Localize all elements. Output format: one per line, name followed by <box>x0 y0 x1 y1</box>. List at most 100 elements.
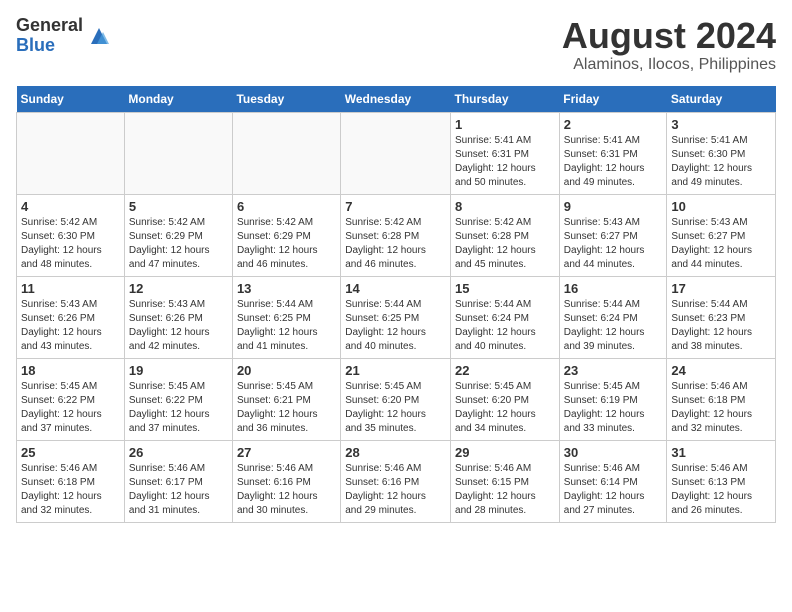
day-number: 8 <box>455 199 555 214</box>
calendar-cell: 23 Sunrise: 5:45 AM Sunset: 6:19 PM Dayli… <box>559 358 667 440</box>
calendar-cell: 13 Sunrise: 5:44 AM Sunset: 6:25 PM Dayli… <box>232 276 340 358</box>
day-info: Sunrise: 5:45 AM Sunset: 6:22 PM Dayligh… <box>129 380 228 436</box>
day-info: Sunrise: 5:43 AM Sunset: 6:26 PM Dayligh… <box>129 298 228 354</box>
day-info: Sunrise: 5:42 AM Sunset: 6:28 PM Dayligh… <box>455 216 555 272</box>
day-info: Sunrise: 5:46 AM Sunset: 6:18 PM Dayligh… <box>21 462 120 518</box>
calendar-cell: 1 Sunrise: 5:41 AM Sunset: 6:31 PM Daylig… <box>451 112 560 194</box>
calendar-cell: 14 Sunrise: 5:44 AM Sunset: 6:25 PM Dayli… <box>341 276 451 358</box>
day-info: Sunrise: 5:45 AM Sunset: 6:19 PM Dayligh… <box>564 380 663 436</box>
day-info: Sunrise: 5:46 AM Sunset: 6:13 PM Dayligh… <box>671 462 771 518</box>
calendar-cell: 28 Sunrise: 5:46 AM Sunset: 6:16 PM Dayli… <box>341 440 451 522</box>
page-header: General Blue August 2024 Alaminos, Iloco… <box>16 16 776 74</box>
calendar-cell: 27Sunrise: 5:46 AM Sunset: 6:16 PM Dayli… <box>232 440 340 522</box>
calendar-table: SundayMondayTuesdayWednesdayThursdayFrid… <box>16 86 776 523</box>
calendar-cell: 20Sunrise: 5:45 AM Sunset: 6:21 PM Dayli… <box>232 358 340 440</box>
day-info: Sunrise: 5:46 AM Sunset: 6:16 PM Dayligh… <box>345 462 446 518</box>
day-info: Sunrise: 5:42 AM Sunset: 6:28 PM Dayligh… <box>345 216 446 272</box>
calendar-cell: 19 Sunrise: 5:45 AM Sunset: 6:22 PM Dayli… <box>124 358 232 440</box>
calendar-cell: 7 Sunrise: 5:42 AM Sunset: 6:28 PM Daylig… <box>341 194 451 276</box>
calendar-cell: 5 Sunrise: 5:42 AM Sunset: 6:29 PM Daylig… <box>124 194 232 276</box>
day-number: 6 <box>237 199 336 214</box>
logo: General Blue <box>16 16 111 56</box>
day-header-sunday: Sunday <box>17 86 125 113</box>
calendar-cell: 26 Sunrise: 5:46 AM Sunset: 6:17 PM Dayli… <box>124 440 232 522</box>
day-number: 10 <box>671 199 771 214</box>
day-header-thursday: Thursday <box>451 86 560 113</box>
day-info: Sunrise: 5:44 AM Sunset: 6:25 PM Dayligh… <box>345 298 446 354</box>
day-info: Sunrise: 5:42 AM Sunset: 6:29 PM Dayligh… <box>129 216 228 272</box>
logo-blue: Blue <box>16 36 83 56</box>
title-area: August 2024 Alaminos, Ilocos, Philippine… <box>562 16 776 74</box>
calendar-cell <box>232 112 340 194</box>
calendar-cell <box>341 112 451 194</box>
calendar-cell: 29 Sunrise: 5:46 AM Sunset: 6:15 PM Dayli… <box>451 440 560 522</box>
calendar-cell: 9Sunrise: 5:43 AM Sunset: 6:27 PM Daylig… <box>559 194 667 276</box>
day-info: Sunrise: 5:43 AM Sunset: 6:26 PM Dayligh… <box>21 298 120 354</box>
calendar-cell: 11Sunrise: 5:43 AM Sunset: 6:26 PM Dayli… <box>17 276 125 358</box>
day-header-saturday: Saturday <box>667 86 776 113</box>
day-number: 5 <box>129 199 228 214</box>
day-number: 12 <box>129 281 228 296</box>
day-info: Sunrise: 5:44 AM Sunset: 6:23 PM Dayligh… <box>671 298 771 354</box>
location: Alaminos, Ilocos, Philippines <box>562 56 776 74</box>
logo-general: General <box>16 16 83 36</box>
day-number: 28 <box>345 445 446 460</box>
day-number: 7 <box>345 199 446 214</box>
calendar-cell: 25Sunrise: 5:46 AM Sunset: 6:18 PM Dayli… <box>17 440 125 522</box>
day-number: 29 <box>455 445 555 460</box>
day-info: Sunrise: 5:44 AM Sunset: 6:25 PM Dayligh… <box>237 298 336 354</box>
day-info: Sunrise: 5:46 AM Sunset: 6:15 PM Dayligh… <box>455 462 555 518</box>
calendar-cell: 3 Sunrise: 5:41 AM Sunset: 6:30 PM Daylig… <box>667 112 776 194</box>
calendar-cell: 4 Sunrise: 5:42 AM Sunset: 6:30 PM Daylig… <box>17 194 125 276</box>
day-info: Sunrise: 5:43 AM Sunset: 6:27 PM Dayligh… <box>671 216 771 272</box>
calendar-cell: 15Sunrise: 5:44 AM Sunset: 6:24 PM Dayli… <box>451 276 560 358</box>
day-info: Sunrise: 5:41 AM Sunset: 6:31 PM Dayligh… <box>564 134 663 190</box>
week-row-5: 25Sunrise: 5:46 AM Sunset: 6:18 PM Dayli… <box>17 440 776 522</box>
day-number: 19 <box>129 363 228 378</box>
day-info: Sunrise: 5:44 AM Sunset: 6:24 PM Dayligh… <box>455 298 555 354</box>
day-info: Sunrise: 5:41 AM Sunset: 6:30 PM Dayligh… <box>671 134 771 190</box>
day-number: 4 <box>21 199 120 214</box>
day-number: 26 <box>129 445 228 460</box>
day-number: 20 <box>237 363 336 378</box>
day-header-tuesday: Tuesday <box>232 86 340 113</box>
day-info: Sunrise: 5:46 AM Sunset: 6:16 PM Dayligh… <box>237 462 336 518</box>
day-number: 14 <box>345 281 446 296</box>
calendar-cell: 24Sunrise: 5:46 AM Sunset: 6:18 PM Dayli… <box>667 358 776 440</box>
day-header-monday: Monday <box>124 86 232 113</box>
day-number: 18 <box>21 363 120 378</box>
day-info: Sunrise: 5:42 AM Sunset: 6:30 PM Dayligh… <box>21 216 120 272</box>
week-row-4: 18 Sunrise: 5:45 AM Sunset: 6:22 PM Dayli… <box>17 358 776 440</box>
day-info: Sunrise: 5:41 AM Sunset: 6:31 PM Dayligh… <box>455 134 555 190</box>
calendar-cell: 8 Sunrise: 5:42 AM Sunset: 6:28 PM Daylig… <box>451 194 560 276</box>
day-number: 1 <box>455 117 555 132</box>
day-info: Sunrise: 5:45 AM Sunset: 6:20 PM Dayligh… <box>455 380 555 436</box>
day-number: 16 <box>564 281 663 296</box>
day-info: Sunrise: 5:46 AM Sunset: 6:18 PM Dayligh… <box>671 380 771 436</box>
day-number: 23 <box>564 363 663 378</box>
day-header-friday: Friday <box>559 86 667 113</box>
day-number: 2 <box>564 117 663 132</box>
day-info: Sunrise: 5:46 AM Sunset: 6:14 PM Dayligh… <box>564 462 663 518</box>
day-info: Sunrise: 5:42 AM Sunset: 6:29 PM Dayligh… <box>237 216 336 272</box>
day-number: 22 <box>455 363 555 378</box>
day-number: 13 <box>237 281 336 296</box>
day-header-wednesday: Wednesday <box>341 86 451 113</box>
day-number: 3 <box>671 117 771 132</box>
day-number: 17 <box>671 281 771 296</box>
calendar-cell: 31Sunrise: 5:46 AM Sunset: 6:13 PM Dayli… <box>667 440 776 522</box>
week-row-1: 1 Sunrise: 5:41 AM Sunset: 6:31 PM Daylig… <box>17 112 776 194</box>
calendar-cell: 10 Sunrise: 5:43 AM Sunset: 6:27 PM Dayli… <box>667 194 776 276</box>
calendar-cell: 12 Sunrise: 5:43 AM Sunset: 6:26 PM Dayli… <box>124 276 232 358</box>
calendar-cell <box>124 112 232 194</box>
day-info: Sunrise: 5:44 AM Sunset: 6:24 PM Dayligh… <box>564 298 663 354</box>
day-number: 21 <box>345 363 446 378</box>
week-row-3: 11Sunrise: 5:43 AM Sunset: 6:26 PM Dayli… <box>17 276 776 358</box>
month-title: August 2024 <box>562 16 776 56</box>
logo-icon <box>87 24 111 48</box>
header-row: SundayMondayTuesdayWednesdayThursdayFrid… <box>17 86 776 113</box>
calendar-cell: 18 Sunrise: 5:45 AM Sunset: 6:22 PM Dayli… <box>17 358 125 440</box>
calendar-cell: 6 Sunrise: 5:42 AM Sunset: 6:29 PM Daylig… <box>232 194 340 276</box>
day-info: Sunrise: 5:46 AM Sunset: 6:17 PM Dayligh… <box>129 462 228 518</box>
day-info: Sunrise: 5:45 AM Sunset: 6:22 PM Dayligh… <box>21 380 120 436</box>
